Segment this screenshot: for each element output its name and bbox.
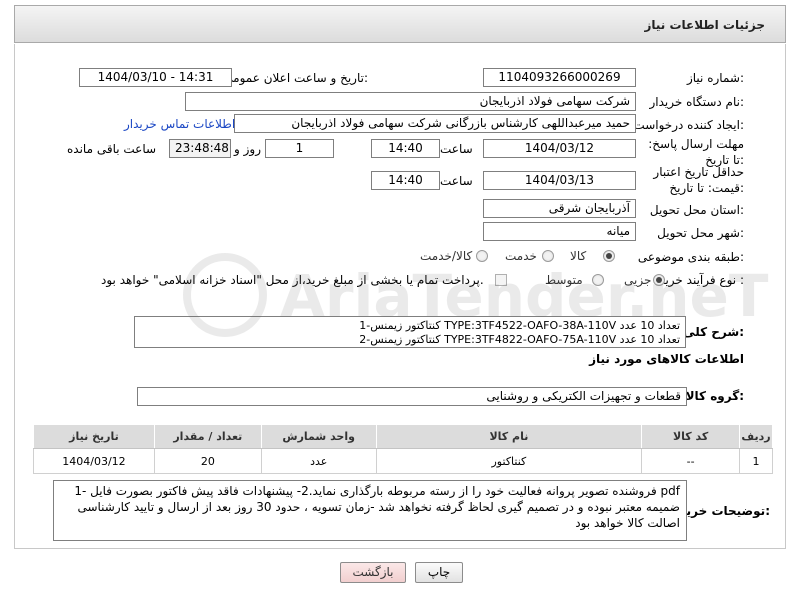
delivery-city-label: شهر محل تحویل: <box>657 226 744 240</box>
description-line-1: 1-کنتاکتور زیمنس TYPE:3TF4522-OAFO-38A-1… <box>359 319 680 332</box>
buyer-notes-line-3: اصالت کالا خواهد بود <box>575 516 680 530</box>
announce-datetime-label: تاریخ و ساعت اعلان عمومی: <box>223 71 368 85</box>
requester-label: ایجاد کننده درخواست: <box>633 118 744 132</box>
panel-title: جزئیات اطلاعات نیاز <box>644 18 765 32</box>
description-line-2: 2-کنتاکتور زیمنس TYPE:3TF4822-OAFO-75A-1… <box>359 333 680 346</box>
back-button[interactable]: بازگشت <box>340 562 406 583</box>
category-service-label: خدمت <box>505 249 537 263</box>
buyer-org-label: نام دستگاه خریدار: <box>649 95 745 109</box>
validity-time-field[interactable]: 14:40 <box>371 171 440 190</box>
category-radio-goods-service[interactable] <box>476 250 488 262</box>
cell-quantity: 20 <box>153 448 262 474</box>
goods-group-label: گروه کالا: <box>685 389 744 403</box>
cell-row-number: 1 <box>739 448 773 474</box>
cell-goods-name: کنتاکتور <box>375 448 643 474</box>
validity-date-field[interactable]: 1404/03/13 <box>483 171 636 190</box>
hours-left-label: ساعت باقی مانده <box>67 142 157 156</box>
col-need-date: تاریخ نیاز <box>33 424 155 449</box>
print-button[interactable]: چاپ <box>415 562 463 583</box>
need-number-field[interactable]: 1104093266000269 <box>483 68 636 87</box>
buyer-org-field[interactable]: شرکت سهامی فولاد اذربایجان <box>185 92 636 111</box>
treasury-payment-checkbox[interactable] <box>495 274 507 286</box>
category-goods-service-label: کالا/خدمت <box>420 249 473 263</box>
city-field[interactable]: میانه <box>483 222 636 241</box>
process-medium-label: متوسط <box>545 273 583 287</box>
buyer-notes-line-2: ضمیمه معتبر نبوده و در تصمیم گیری لحاظ گ… <box>77 500 680 514</box>
cell-unit: عدد <box>260 448 377 474</box>
buyer-notes-line-1: 1- فروشنده تصویر پروانه فعالیت خود را از… <box>74 484 680 498</box>
col-goods-name: نام کالا <box>375 424 643 449</box>
buyer-contact-link[interactable]: اطلاعات تماس خریدار <box>124 117 235 131</box>
goods-group-field[interactable]: قطعات و تجهیزات الکتریکی و روشنایی <box>137 387 687 406</box>
col-goods-code: کد کالا <box>641 424 741 449</box>
category-label: طبقه بندی موضوعی: <box>637 250 744 264</box>
goods-table: ردیف کد کالا نام کالا واحد شمارش تعداد /… <box>33 424 773 474</box>
details-panel-header: جزئیات اطلاعات نیاز <box>14 5 786 43</box>
reply-time-field[interactable]: 14:40 <box>371 139 440 158</box>
category-radio-goods[interactable] <box>603 250 615 262</box>
announce-datetime-field[interactable]: 1404/03/10 - 14:31 <box>79 68 232 87</box>
cell-need-date: 1404/03/12 <box>33 448 155 474</box>
process-type-label: نوع فرآیند خرید : <box>659 273 744 287</box>
category-goods-label: کالا <box>570 249 587 263</box>
category-radio-service[interactable] <box>542 250 554 262</box>
table-header-row: ردیف کد کالا نام کالا واحد شمارش تعداد /… <box>33 424 773 449</box>
goods-info-title: اطلاعات کالاهای مورد نیاز <box>589 352 744 366</box>
process-radio-medium[interactable] <box>592 274 604 286</box>
days-and-label: روز و <box>234 142 261 156</box>
need-description-box[interactable]: 1-کنتاکتور زیمنس TYPE:3TF4522-OAFO-38A-1… <box>134 316 686 348</box>
treasury-payment-note: پرداخت تمام یا بخشی از مبلغ خرید،از محل … <box>101 273 484 287</box>
price-validity-label: حداقل تاریخ اعتبار قیمت: تا تاریخ: <box>653 165 744 195</box>
table-row[interactable]: 1 -- کنتاکتور عدد 20 1404/03/12 <box>33 448 773 474</box>
province-field[interactable]: آذربایجان شرقی <box>483 199 636 218</box>
requester-field[interactable]: حمید میرعبداللهی کارشناس بازرگانی شرکت س… <box>234 114 636 133</box>
cell-goods-code: -- <box>641 448 741 474</box>
col-quantity: تعداد / مقدار <box>153 424 262 449</box>
col-row-number: ردیف <box>739 424 773 449</box>
validity-time-label: ساعت <box>440 174 473 188</box>
col-unit: واحد شمارش <box>260 424 377 449</box>
process-minor-label: جزیی <box>624 273 652 287</box>
process-radio-minor[interactable] <box>653 274 665 286</box>
reply-days-field[interactable]: 1 <box>265 139 334 158</box>
delivery-province-label: استان محل تحویل: <box>649 203 744 217</box>
reply-date-field[interactable]: 1404/03/12 <box>483 139 636 158</box>
need-number-label: شماره نیاز: <box>686 71 744 85</box>
reply-time-label: ساعت <box>440 142 473 156</box>
buyer-notes-box[interactable]: 1- فروشنده تصویر پروانه فعالیت خود را از… <box>53 480 687 541</box>
remaining-time-field: 23:48:48 <box>169 139 231 158</box>
